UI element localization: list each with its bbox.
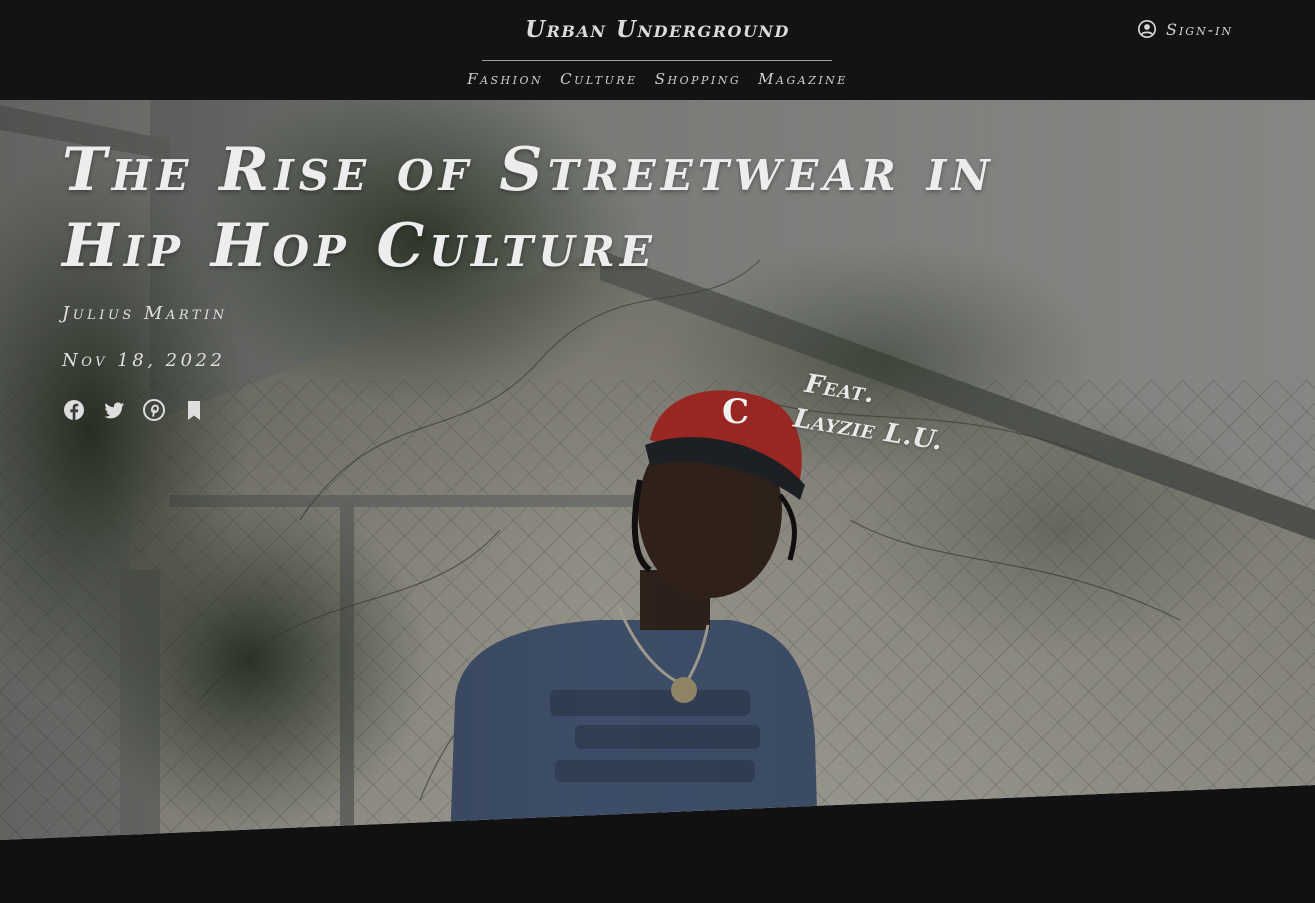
sign-in-link[interactable]: Sign-in xyxy=(1137,19,1233,39)
user-circle-icon xyxy=(1137,19,1157,39)
title-divider xyxy=(482,60,832,61)
article-title: The Rise of Streetwear in Hip Hop Cultur… xyxy=(62,132,1042,284)
twitter-icon[interactable] xyxy=(103,399,125,421)
article-title-line-1: The Rise of Streetwear in xyxy=(62,135,995,205)
cap-logo: C xyxy=(722,392,750,432)
site-header: Urban Underground Fashion Culture Shoppi… xyxy=(0,0,1315,100)
share-bar xyxy=(63,399,205,421)
main-nav: Fashion Culture Shopping Magazine xyxy=(0,70,1315,88)
nav-item-fashion[interactable]: Fashion xyxy=(467,70,543,88)
nav-item-culture[interactable]: Culture xyxy=(560,70,638,88)
article-date: Nov 18, 2022 xyxy=(62,350,226,371)
page: Urban Underground Fashion Culture Shoppi… xyxy=(0,0,1315,903)
site-title[interactable]: Urban Underground xyxy=(0,16,1315,43)
pinterest-icon[interactable] xyxy=(143,399,165,421)
article-title-line-2: Hip Hop Culture xyxy=(62,211,657,281)
nav-item-shopping[interactable]: Shopping xyxy=(655,70,741,88)
bookmark-icon[interactable] xyxy=(183,399,205,421)
facebook-icon[interactable] xyxy=(63,399,85,421)
article-author[interactable]: Julius Martin xyxy=(62,303,228,324)
nav-item-magazine[interactable]: Magazine xyxy=(758,70,848,88)
sign-in-label: Sign-in xyxy=(1166,19,1234,39)
